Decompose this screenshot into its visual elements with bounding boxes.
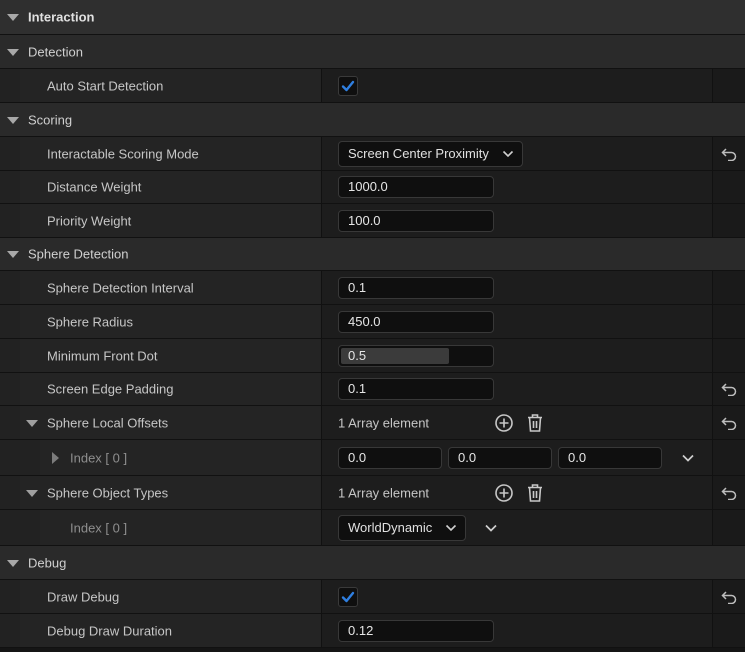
property-row-auto-start-detection: Auto Start Detection <box>0 69 745 103</box>
property-row-screen-edge-padding: Screen Edge Padding 0.1 <box>0 373 745 406</box>
reset-to-default-icon[interactable] <box>721 486 737 500</box>
collapse-arrow-icon[interactable] <box>7 116 19 124</box>
collapse-arrow-icon[interactable] <box>7 14 19 21</box>
details-panel: Interaction Detection Auto Start Detecti… <box>0 0 745 652</box>
property-label: Interactable Scoring Mode <box>47 146 199 161</box>
property-row-distance-weight: Distance Weight 1000.0 <box>0 171 745 204</box>
object-type-dropdown[interactable]: WorldDynamic <box>338 514 466 541</box>
array-index-label: Index [ 0 ] <box>70 450 128 465</box>
scoring-mode-dropdown[interactable]: Screen Center Proximity <box>338 140 523 167</box>
category-label: Scoring <box>28 112 73 127</box>
add-element-icon[interactable] <box>494 483 514 503</box>
priority-weight-field[interactable]: 100.0 <box>338 209 494 232</box>
expand-arrow-icon[interactable] <box>52 451 59 464</box>
property-label: Sphere Object Types <box>47 485 169 500</box>
category-label: Detection <box>28 44 83 59</box>
property-label: Screen Edge Padding <box>47 381 174 397</box>
collapse-arrow-icon[interactable] <box>26 489 38 497</box>
property-row-priority-weight: Priority Weight 100.0 <box>0 204 745 238</box>
chevron-down-icon[interactable] <box>681 451 695 465</box>
array-summary: 1 Array element <box>338 485 430 500</box>
reset-to-default-icon[interactable] <box>721 416 737 430</box>
trash-icon[interactable] <box>526 483 544 503</box>
category-interaction[interactable]: Interaction <box>0 0 745 35</box>
collapse-arrow-icon[interactable] <box>7 559 19 567</box>
property-label: Sphere Local Offsets <box>47 415 169 430</box>
debug-draw-duration-field[interactable]: 0.12 <box>338 619 494 642</box>
screen-edge-padding-field[interactable]: 0.1 <box>338 378 494 400</box>
auto-start-detection-checkbox[interactable] <box>338 75 358 96</box>
reset-to-default-icon[interactable] <box>721 382 737 396</box>
collapse-arrow-icon[interactable] <box>7 251 19 258</box>
property-label: Sphere Radius <box>47 314 133 329</box>
checkmark-icon <box>341 80 355 91</box>
dropdown-value: Screen Center Proximity <box>348 145 489 161</box>
add-element-icon[interactable] <box>494 413 514 433</box>
reset-to-default-icon[interactable] <box>721 590 737 604</box>
property-row-scoring-mode: Interactable Scoring Mode Screen Center … <box>0 137 745 171</box>
array-index-label: Index [ 0 ] <box>70 520 128 535</box>
category-label: Sphere Detection <box>28 246 129 262</box>
category-scoring[interactable]: Scoring <box>0 103 745 137</box>
category-debug[interactable]: Debug <box>0 546 745 580</box>
minimum-front-dot-slider[interactable]: 0.5 <box>338 344 494 367</box>
property-label: Priority Weight <box>47 213 132 228</box>
reset-to-default-icon[interactable] <box>721 147 737 161</box>
property-row-sphere-local-offsets: Sphere Local Offsets 1 Array element <box>0 406 745 440</box>
collapse-arrow-icon[interactable] <box>26 419 38 427</box>
trash-icon[interactable] <box>526 413 544 433</box>
chevron-down-icon <box>445 524 457 531</box>
property-row-draw-debug: Draw Debug <box>0 580 745 614</box>
category-detection[interactable]: Detection <box>0 35 745 69</box>
property-label: Debug Draw Duration <box>47 623 173 638</box>
chevron-down-icon <box>502 150 514 157</box>
chevron-down-icon[interactable] <box>484 521 498 535</box>
checkmark-icon <box>341 591 355 602</box>
offset-x-field[interactable]: 0.0 <box>338 446 442 469</box>
category-label: Debug <box>28 555 67 570</box>
property-label: Sphere Detection Interval <box>47 280 194 295</box>
property-label: Auto Start Detection <box>47 78 164 93</box>
property-row-sphere-local-offsets-index-0: Index [ 0 ] 0.0 0.0 0.0 <box>0 440 745 476</box>
collapse-arrow-icon[interactable] <box>7 48 19 56</box>
property-label: Draw Debug <box>47 589 120 604</box>
dropdown-value: WorldDynamic <box>348 519 433 535</box>
offset-z-field[interactable]: 0.0 <box>558 446 662 469</box>
property-row-sphere-object-types: Sphere Object Types 1 Array element <box>0 476 745 510</box>
distance-weight-field[interactable]: 1000.0 <box>338 176 494 198</box>
sphere-detection-interval-field[interactable]: 0.1 <box>338 276 494 299</box>
sphere-radius-field[interactable]: 450.0 <box>338 310 494 333</box>
property-row-debug-draw-duration: Debug Draw Duration 0.12 <box>0 614 745 648</box>
category-sphere-detection[interactable]: Sphere Detection <box>0 238 745 271</box>
property-label: Distance Weight <box>47 179 142 195</box>
offset-y-field[interactable]: 0.0 <box>448 446 552 469</box>
property-label: Minimum Front Dot <box>47 348 158 363</box>
property-row-minimum-front-dot: Minimum Front Dot 0.5 <box>0 339 745 373</box>
property-row-sphere-detection-interval: Sphere Detection Interval 0.1 <box>0 271 745 305</box>
property-row-sphere-object-types-index-0: Index [ 0 ] WorldDynamic <box>0 510 745 546</box>
array-summary: 1 Array element <box>338 415 430 430</box>
draw-debug-checkbox[interactable] <box>338 586 358 607</box>
property-row-sphere-radius: Sphere Radius 450.0 <box>0 305 745 339</box>
category-label: Interaction <box>28 9 95 25</box>
